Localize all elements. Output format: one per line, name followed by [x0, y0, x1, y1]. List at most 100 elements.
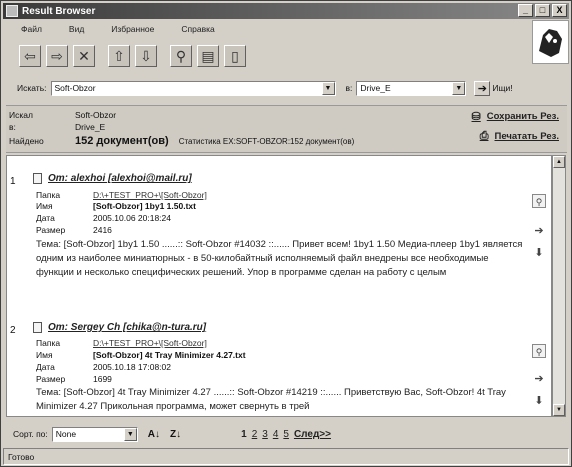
search-input-value: Soft-Obzor	[54, 83, 96, 93]
title-bar: Result Browser _ □ X	[3, 3, 569, 19]
results-scrollbar[interactable]: ▲ ▼	[552, 155, 566, 417]
page-link[interactable]: 2	[252, 429, 258, 440]
result-meta-row: Размер 1699	[36, 374, 112, 384]
info-in-label: в:	[9, 122, 16, 132]
info-in-value: Drive_E	[75, 122, 106, 132]
print-results-label: Печатать Рез.	[494, 131, 560, 142]
chevron-down-icon[interactable]: ▼	[321, 81, 335, 95]
chevron-down-icon[interactable]: ▼	[452, 81, 466, 95]
menu-favorites[interactable]: Избранное	[93, 24, 163, 34]
info-searched-label: Искал	[9, 110, 33, 120]
save-icon: ⛁	[471, 111, 481, 123]
location-value: Drive_E	[360, 83, 391, 93]
meta-filename: [Soft-Obzor] 1by1 1.50.txt	[93, 201, 196, 211]
result-snippet: Тема: [Soft-Obzor] 1by1 1.50 ......:: So…	[36, 239, 523, 278]
page-link[interactable]: 5	[283, 429, 289, 440]
menu-file[interactable]: Файл	[3, 24, 51, 34]
result-snippet: Тема: [Soft-Obzor] 4t Tray Minimizer 4.2…	[36, 387, 506, 412]
print-icon: ⎙	[479, 130, 489, 142]
menu-view[interactable]: Вид	[51, 24, 93, 34]
window-title: Result Browser	[22, 5, 96, 17]
result-meta-row: Имя [Soft-Obzor] 1by1 1.50.txt	[36, 201, 196, 211]
meta-folder-link[interactable]: D:\+TEST_PRO+\[Soft-Obzor]	[93, 190, 207, 200]
chevron-down-icon[interactable]: ▼	[123, 427, 137, 441]
sort-descending-button[interactable]: Z↓	[170, 429, 181, 440]
result-title-link[interactable]: От: alexhoi [alexhoi@mail.ru]	[48, 173, 192, 184]
pagination: 1 2 3 4 5 След>>	[241, 429, 336, 440]
minimize-button[interactable]: _	[518, 4, 533, 17]
magnifier-icon[interactable]: ⚲	[532, 344, 546, 358]
document-icon	[33, 322, 42, 333]
page-link[interactable]: 3	[262, 429, 268, 440]
meta-key: Папка	[36, 190, 61, 200]
info-found-value: 152 документ(ов)	[75, 135, 169, 147]
meta-folder-link[interactable]: D:\+TEST_PRO+\[Soft-Obzor]	[93, 338, 207, 348]
result-number: 2	[10, 325, 16, 336]
page-link[interactable]: 1	[241, 429, 247, 440]
meta-key: Имя	[36, 201, 53, 211]
info-found-row: Найдено 152 документ(ов) Статистика EX:S…	[9, 135, 354, 147]
back-arrow-icon[interactable]: ⇦	[19, 45, 41, 67]
result-meta-row: Дата 2005.10.06 20:18:24	[36, 213, 171, 223]
search-info-panel: Искал Soft-Obzor в: Drive_E Найдено 152 …	[6, 105, 567, 153]
stop-x-icon[interactable]: ✕	[73, 45, 95, 67]
result-header: От: alexhoi [alexhoi@mail.ru]	[33, 173, 192, 184]
sort-select[interactable]: None ▼	[51, 426, 138, 442]
result-meta-row: Папка D:\+TEST_PRO+\[Soft-Obzor]	[36, 338, 207, 348]
meta-key: Дата	[36, 362, 55, 372]
meta-date: 2005.10.06 20:18:24	[93, 213, 171, 223]
meta-date: 2005.10.18 17:08:02	[93, 362, 171, 372]
arrow-down-icon[interactable]: ⬇	[532, 394, 546, 408]
result-meta-row: Папка D:\+TEST_PRO+\[Soft-Obzor]	[36, 190, 207, 200]
result-title-link[interactable]: От: Sergey Ch [chika@n-tura.ru]	[48, 322, 206, 333]
results-list: 1 От: alexhoi [alexhoi@mail.ru] Папка D:…	[6, 155, 552, 417]
magnifier-icon[interactable]: ⚲	[532, 194, 546, 208]
maximize-button[interactable]: □	[535, 4, 550, 17]
meta-filename: [Soft-Obzor] 4t Tray Minimizer 4.27.txt	[93, 350, 246, 360]
arrow-right-icon[interactable]: ➔	[532, 372, 546, 386]
result-meta-row: Дата 2005.10.18 17:08:02	[36, 362, 171, 372]
arrow-down-icon[interactable]: ⬇	[532, 246, 546, 260]
app-icon	[6, 5, 18, 17]
result-meta-row: Размер 2416	[36, 225, 112, 235]
status-text: Готово	[8, 451, 35, 462]
document-icon	[33, 173, 42, 184]
meta-key: Размер	[36, 374, 66, 384]
down-arrow-icon[interactable]: ⇩	[135, 45, 157, 67]
forward-arrow-icon[interactable]: ⇨	[46, 45, 68, 67]
go-label[interactable]: Ищи!	[492, 83, 512, 93]
up-arrow-icon[interactable]: ⇧	[108, 45, 130, 67]
go-arrow-icon: ➔	[477, 82, 487, 95]
location-select[interactable]: Drive_E ▼	[356, 80, 467, 96]
meta-key: Папка	[36, 338, 61, 348]
print-results-link[interactable]: ⎙ Печатать Рез.	[480, 130, 559, 143]
scroll-down-icon[interactable]: ▼	[553, 404, 565, 416]
location-label: в:	[345, 83, 353, 93]
save-results-link[interactable]: ⛁ Сохранить Рез.	[472, 110, 559, 123]
toolbar: ⇦ ⇨ ✕ ⇧ ⇩ ⚲ ▤ ▯	[3, 41, 531, 71]
arrow-right-icon[interactable]: ➔	[532, 224, 546, 238]
next-page-link[interactable]: След>>	[294, 429, 331, 440]
result-header: От: Sergey Ch [chika@n-tura.ru]	[33, 322, 206, 333]
search-label: Искать:	[17, 83, 47, 93]
meta-size: 1699	[93, 374, 112, 384]
page-link[interactable]: 4	[273, 429, 279, 440]
search-icon[interactable]: ⚲	[170, 45, 192, 67]
bottom-bar: Сорт. по: None ▼ A↓ Z↓ 1 2 3 4 5 След>>	[3, 423, 569, 445]
sort-label: Сорт. по:	[13, 429, 48, 439]
app-logo	[532, 20, 569, 64]
app-window: Result Browser _ □ X Файл Вид Избранное …	[0, 0, 572, 467]
info-found-label: Найдено	[9, 136, 44, 146]
clipboard-icon[interactable]: ▯	[224, 45, 246, 67]
save-results-label: Сохранить Рез.	[486, 111, 559, 122]
meta-key: Имя	[36, 350, 53, 360]
close-button[interactable]: X	[552, 4, 567, 17]
menu-help[interactable]: Справка	[163, 24, 223, 34]
search-input[interactable]: Soft-Obzor ▼	[50, 80, 336, 96]
go-button[interactable]: ➔	[474, 80, 491, 96]
info-stats: Статистика EX:SOFT-OBZOR:152 документ(ов…	[178, 136, 355, 146]
scroll-up-icon[interactable]: ▲	[553, 156, 565, 168]
print-icon[interactable]: ▤	[197, 45, 219, 67]
sort-ascending-button[interactable]: A↓	[148, 429, 160, 440]
result-number: 1	[10, 176, 16, 187]
